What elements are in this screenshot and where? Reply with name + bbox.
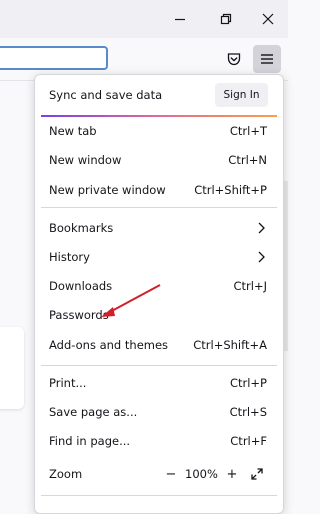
annotation-arrow-head xyxy=(101,307,115,317)
annotation-arrow xyxy=(101,284,161,317)
annotation-arrow-shaft xyxy=(107,284,161,314)
